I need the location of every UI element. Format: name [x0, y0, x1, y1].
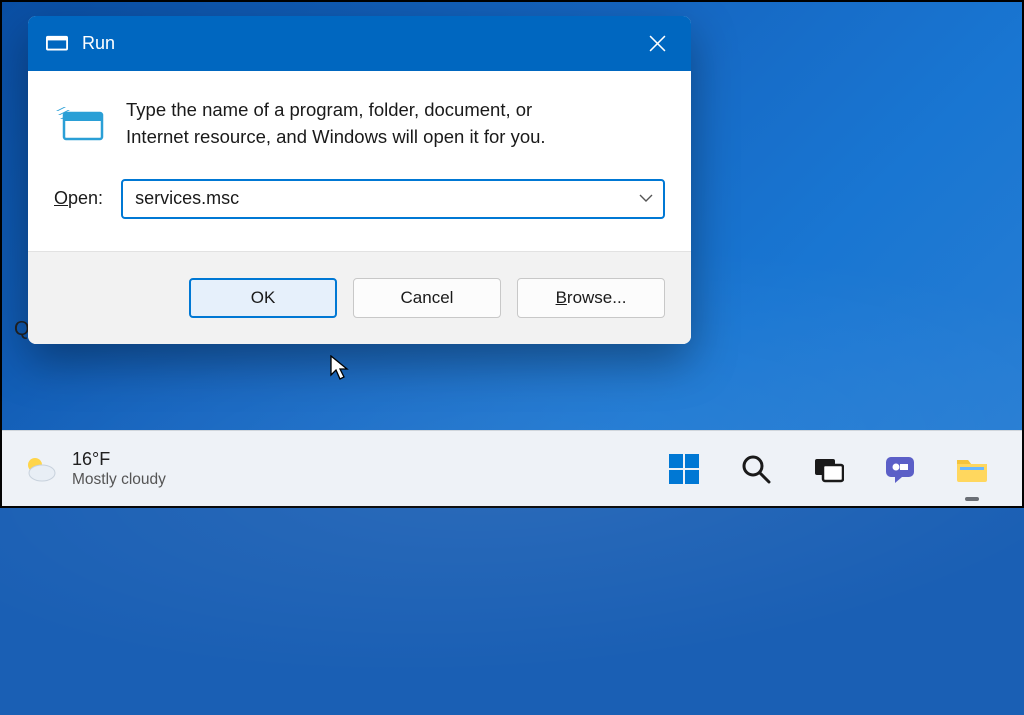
- search-button[interactable]: [734, 447, 778, 491]
- weather-condition: Mostly cloudy: [72, 470, 166, 489]
- weather-temperature: 16°F: [72, 448, 166, 471]
- search-icon: [740, 453, 772, 485]
- windows-logo-icon: [667, 452, 701, 486]
- start-button[interactable]: [662, 447, 706, 491]
- chat-button[interactable]: [878, 447, 922, 491]
- open-combobox[interactable]: [121, 179, 665, 219]
- weather-text: 16°F Mostly cloudy: [72, 448, 166, 490]
- dialog-description: Type the name of a program, folder, docu…: [126, 97, 546, 151]
- browse-button[interactable]: Browse...: [517, 278, 665, 318]
- run-dialog: Run Type the name of a program, folder, …: [28, 16, 691, 344]
- active-app-indicator: [965, 497, 979, 501]
- weather-widget[interactable]: 16°F Mostly cloudy: [22, 448, 166, 490]
- close-icon: [649, 35, 666, 52]
- run-titlebar-icon: [46, 35, 68, 53]
- cancel-button[interactable]: Cancel: [353, 278, 501, 318]
- run-dialog-icon: [54, 99, 104, 143]
- task-view-button[interactable]: [806, 447, 850, 491]
- chat-icon: [883, 452, 917, 486]
- open-label: Open:: [54, 188, 103, 209]
- dialog-title: Run: [82, 33, 115, 54]
- ok-button[interactable]: OK: [189, 278, 337, 318]
- close-button[interactable]: [631, 21, 683, 67]
- file-explorer-button[interactable]: [950, 447, 994, 491]
- task-view-icon: [812, 453, 844, 485]
- open-input[interactable]: [121, 179, 665, 219]
- taskbar[interactable]: 16°F Mostly cloudy: [2, 430, 1022, 506]
- button-bar: OK Cancel Browse...: [28, 251, 691, 344]
- weather-icon: [22, 451, 58, 487]
- folder-icon: [954, 453, 990, 485]
- titlebar[interactable]: Run: [28, 16, 691, 71]
